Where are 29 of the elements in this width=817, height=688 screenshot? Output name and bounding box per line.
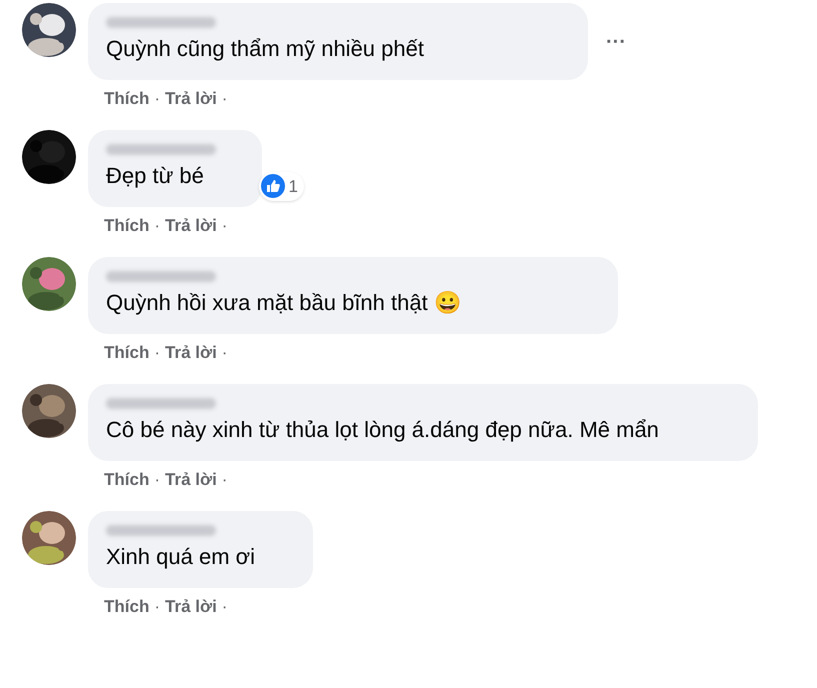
- separator-dot: ·: [154, 215, 160, 238]
- separator-dot: ·: [222, 342, 228, 364]
- separator-dot: ·: [222, 215, 228, 238]
- separator-dot: ·: [154, 342, 160, 364]
- separator-dot: ·: [154, 88, 160, 110]
- separator-dot: ·: [222, 596, 228, 618]
- action-link[interactable]: Thích: [104, 213, 150, 239]
- action-link[interactable]: Trả lời: [165, 340, 217, 366]
- comment-text: Quỳnh cũng thẩm mỹ nhiều phết: [106, 35, 425, 63]
- action-link[interactable]: Thích: [104, 340, 150, 366]
- comment-text: Đẹp từ bé: [106, 162, 205, 190]
- action-link[interactable]: Trả lời: [165, 213, 217, 239]
- comment-text: Xinh quá em ơi: [106, 543, 256, 571]
- separator-dot: ·: [222, 88, 228, 110]
- separator-dot: ·: [154, 469, 160, 492]
- action-link[interactable]: Trả lời: [165, 594, 217, 620]
- action-link[interactable]: Thích: [104, 467, 150, 493]
- comment-text: Cô bé này xinh từ thủa lọt lòng á.dáng đẹp nữa. Mê mẩn: [106, 416, 660, 444]
- separator-dot: ·: [222, 469, 228, 492]
- action-link[interactable]: Trả lời: [165, 467, 217, 493]
- action-link[interactable]: Thích: [104, 594, 150, 620]
- action-link[interactable]: Thích: [104, 86, 150, 112]
- thumbs-up-icon: [261, 174, 286, 198]
- like-reaction-badge[interactable]: 1: [259, 172, 304, 201]
- action-link[interactable]: Trả lời: [165, 86, 217, 112]
- separator-dot: ·: [154, 596, 160, 618]
- comment-text: Quỳnh hồi xưa mặt bầu bĩnh thật 😀: [106, 289, 462, 317]
- reaction-count: 1: [288, 176, 298, 198]
- more-options-button[interactable]: ···: [606, 32, 626, 52]
